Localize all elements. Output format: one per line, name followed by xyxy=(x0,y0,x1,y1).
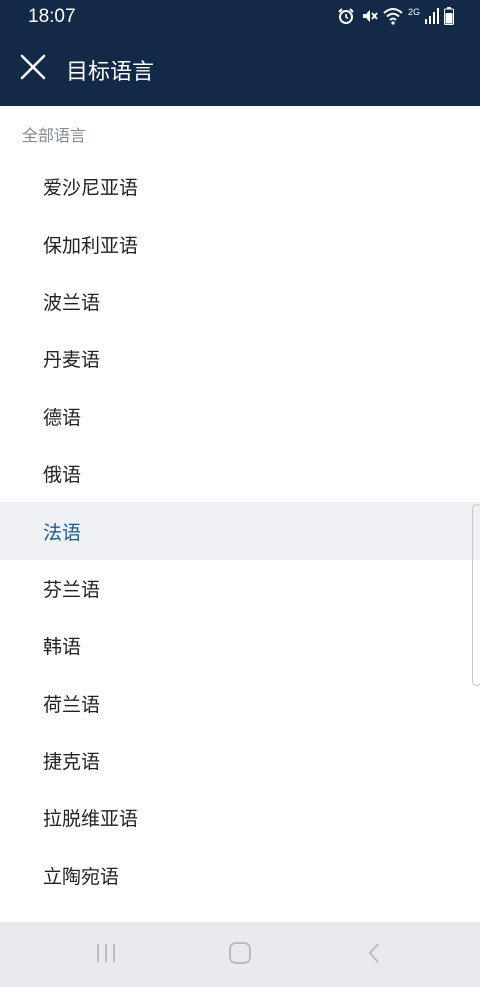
signal-icon xyxy=(425,8,439,24)
alarm-icon xyxy=(337,7,355,25)
language-list-panel: 全部语言 爱沙尼亚语 保加利亚语 波兰语 丹麦语 德语 俄语 法语 芬兰语 韩语… xyxy=(0,106,480,922)
section-header-all-languages: 全部语言 xyxy=(22,126,87,145)
close-icon xyxy=(20,54,46,84)
language-item[interactable]: 捷克语 xyxy=(0,732,480,789)
battery-icon xyxy=(444,7,454,25)
back-icon xyxy=(367,942,381,968)
system-nav-bar xyxy=(0,922,480,987)
language-item[interactable]: 荷兰语 xyxy=(0,675,480,732)
language-item[interactable]: 保加利亚语 xyxy=(0,215,480,272)
edge-panel-handle[interactable] xyxy=(472,504,480,686)
recent-apps-icon xyxy=(95,943,117,967)
language-item[interactable]: 德语 xyxy=(0,388,480,445)
status-bar: 18:07 2G xyxy=(0,0,480,34)
network-2g-icon: 2G xyxy=(407,6,420,17)
language-item-selected[interactable]: 法语 xyxy=(0,502,480,560)
language-list: 爱沙尼亚语 保加利亚语 波兰语 丹麦语 德语 俄语 法语 芬兰语 韩语 荷兰语 … xyxy=(0,158,480,904)
close-button[interactable] xyxy=(12,48,54,90)
language-item[interactable]: 爱沙尼亚语 xyxy=(0,158,480,215)
language-item[interactable]: 芬兰语 xyxy=(0,560,480,617)
home-icon xyxy=(228,941,252,969)
home-button[interactable] xyxy=(220,940,260,970)
language-item[interactable]: 俄语 xyxy=(0,445,480,502)
app-header: 18:07 2G 目标语言 xyxy=(0,0,480,106)
mute-icon xyxy=(360,7,378,25)
language-item[interactable]: 波兰语 xyxy=(0,273,480,330)
recent-apps-button[interactable] xyxy=(86,940,126,970)
status-time: 18:07 xyxy=(28,6,76,27)
language-item[interactable]: 立陶宛语 xyxy=(0,847,480,904)
language-item[interactable]: 丹麦语 xyxy=(0,330,480,387)
wifi-icon xyxy=(383,7,403,25)
language-item[interactable]: 拉脱维亚语 xyxy=(0,789,480,846)
page-title: 目标语言 xyxy=(66,60,155,85)
app-bar: 目标语言 xyxy=(0,34,480,106)
language-item[interactable]: 韩语 xyxy=(0,617,480,674)
back-button[interactable] xyxy=(354,940,394,970)
status-icons: 2G xyxy=(337,6,454,26)
